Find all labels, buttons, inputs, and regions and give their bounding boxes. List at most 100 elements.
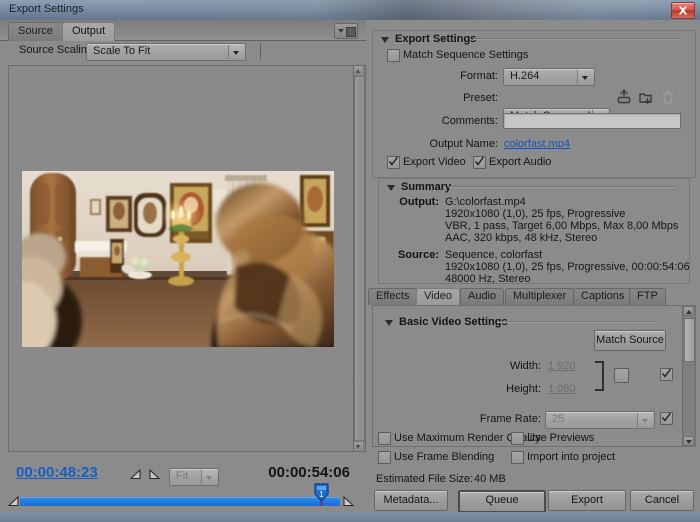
tab-effects[interactable]: Effects bbox=[368, 288, 418, 305]
timecode-bar: 00:00:48:23 Fit 00:00:54:06 bbox=[8, 460, 354, 488]
export-button[interactable]: Export bbox=[548, 490, 626, 511]
tab-output[interactable]: Output bbox=[62, 22, 116, 41]
mark-in-icon[interactable] bbox=[129, 468, 142, 483]
zoom-level-select[interactable]: Fit bbox=[169, 468, 219, 486]
text-cursor bbox=[260, 43, 261, 59]
summary-output-key: Output: bbox=[399, 196, 439, 208]
mark-out-icon[interactable] bbox=[148, 468, 161, 483]
current-timecode[interactable]: 00:00:48:23 bbox=[16, 464, 98, 481]
disclosure-triangle-icon[interactable] bbox=[387, 185, 395, 191]
import-into-project-checkbox[interactable] bbox=[511, 451, 524, 464]
summary-output-line-1: 1920x1080 (1,0), 25 fps, Progressive bbox=[445, 208, 626, 220]
panel-menu-icon[interactable] bbox=[334, 23, 358, 39]
comments-input[interactable] bbox=[503, 113, 681, 129]
disclosure-triangle-icon[interactable] bbox=[381, 37, 389, 43]
chevron-down-icon[interactable] bbox=[201, 470, 217, 484]
width-height-enable-checkbox[interactable] bbox=[660, 368, 673, 381]
output-name-link[interactable]: colorfast.mp4 bbox=[504, 138, 570, 150]
use-frame-blending-label: Use Frame Blending bbox=[394, 451, 495, 463]
preview-vertical-scrollbar[interactable] bbox=[353, 65, 366, 452]
metadata-button[interactable]: Metadata... bbox=[374, 490, 448, 511]
summary-source-line-1: 1920x1080 (1,0), 25 fps, Progressive, 00… bbox=[445, 261, 690, 273]
tab-audio[interactable]: Audio bbox=[460, 288, 505, 305]
chevron-down-icon[interactable] bbox=[577, 70, 593, 84]
duration-timecode: 00:00:54:06 bbox=[268, 464, 350, 481]
close-button[interactable] bbox=[671, 2, 695, 19]
summary-title: Summary bbox=[401, 181, 452, 193]
use-previews-label: Use Previews bbox=[527, 432, 595, 444]
source-scaling-row: Source Scaling: Scale To Fit bbox=[0, 40, 366, 62]
export-settings-group: Export Settings Match Sequence Settings … bbox=[372, 30, 696, 178]
settings-panel: Export Settings Match Sequence Settings … bbox=[366, 20, 700, 522]
playhead-marker[interactable]: 1 bbox=[314, 483, 329, 507]
scroll-down-icon[interactable] bbox=[683, 436, 694, 446]
scroll-down-icon[interactable] bbox=[354, 442, 363, 451]
group-divider bbox=[473, 38, 681, 40]
settings-vertical-scrollbar[interactable] bbox=[682, 306, 695, 446]
scroll-up-icon[interactable] bbox=[354, 66, 363, 75]
tab-multiplexer[interactable]: Multiplexer bbox=[505, 288, 575, 305]
queue-button[interactable]: Queue bbox=[458, 490, 546, 513]
match-sequence-settings-checkbox[interactable] bbox=[387, 49, 400, 62]
source-scaling-value: Scale To Fit bbox=[93, 45, 151, 57]
chevron-down-icon[interactable] bbox=[637, 413, 653, 427]
match-source-button[interactable]: Match Source bbox=[594, 330, 666, 351]
height-value[interactable]: 1 080 bbox=[548, 383, 576, 395]
export-settings-window: Export Settings Source Output Source Sca… bbox=[0, 0, 700, 522]
source-scaling-select[interactable]: Scale To Fit bbox=[86, 43, 246, 61]
width-value[interactable]: 1 920 bbox=[548, 360, 576, 372]
save-preset-icon[interactable] bbox=[616, 89, 632, 105]
preview-panel: Source Output Source Scaling: Scale To F… bbox=[0, 20, 367, 522]
zoom-level-value: Fit bbox=[176, 470, 189, 482]
tab-ftp[interactable]: FTP bbox=[629, 288, 666, 305]
video-preview-image bbox=[22, 171, 334, 347]
use-maximum-render-quality-checkbox[interactable] bbox=[378, 432, 391, 445]
export-video-checkbox[interactable] bbox=[387, 156, 400, 169]
import-preset-icon[interactable] bbox=[638, 89, 654, 105]
scrollbar-thumb[interactable] bbox=[684, 318, 695, 362]
source-scaling-label: Source Scaling: bbox=[19, 44, 97, 56]
scrollbar-thumb[interactable] bbox=[354, 76, 365, 441]
import-into-project-label: Import into project bbox=[527, 451, 616, 463]
frame-rate-select[interactable]: 25 bbox=[545, 411, 655, 429]
window-bottom-edge bbox=[0, 512, 700, 522]
summary-source-line-2: 48000 Hz, Stereo bbox=[445, 273, 531, 285]
use-frame-blending-checkbox[interactable] bbox=[378, 451, 391, 464]
svg-text:1: 1 bbox=[319, 490, 324, 499]
timeline-track[interactable] bbox=[20, 497, 340, 506]
height-label: Height: bbox=[506, 383, 541, 395]
estimated-file-size-value: 40 MB bbox=[474, 473, 506, 485]
format-label: Format: bbox=[460, 70, 498, 82]
summary-group: Summary Output: G:\colorfast.mp4 1920x10… bbox=[378, 178, 690, 285]
tab-captions[interactable]: Captions bbox=[573, 288, 633, 305]
work-area-out-handle[interactable] bbox=[342, 495, 355, 510]
tab-video[interactable]: Video bbox=[416, 288, 460, 305]
group-divider bbox=[449, 186, 675, 188]
match-sequence-settings-label: Match Sequence Settings bbox=[403, 49, 529, 61]
chevron-down-icon[interactable] bbox=[228, 45, 244, 59]
scroll-up-icon[interactable] bbox=[683, 306, 694, 316]
timeline-scrubber[interactable]: 1 bbox=[7, 483, 355, 510]
aspect-link-checkbox[interactable] bbox=[614, 368, 629, 383]
export-audio-checkbox[interactable] bbox=[473, 156, 486, 169]
close-x-icon bbox=[678, 6, 688, 15]
cancel-button[interactable]: Cancel bbox=[630, 490, 694, 511]
video-preview-stage[interactable] bbox=[8, 65, 354, 452]
frame-rate-enable-checkbox[interactable] bbox=[660, 412, 673, 425]
summary-output-line-3: AAC, 320 kbps, 48 kHz, Stereo bbox=[445, 232, 598, 244]
tab-source[interactable]: Source bbox=[8, 22, 63, 41]
disclosure-triangle-icon[interactable] bbox=[385, 320, 393, 326]
summary-source-line-0: Sequence, colorfast bbox=[445, 249, 543, 261]
use-previews-checkbox[interactable] bbox=[511, 432, 524, 445]
window-title-bar[interactable]: Export Settings bbox=[0, 0, 700, 21]
format-select[interactable]: H.264 bbox=[503, 68, 595, 86]
aspect-link-bracket-icon bbox=[595, 361, 604, 391]
basic-video-settings-title: Basic Video Settings bbox=[399, 316, 508, 328]
summary-output-line-2: VBR, 1 pass, Target 6,00 Mbps, Max 8,00 … bbox=[445, 220, 679, 232]
window-title: Export Settings bbox=[9, 3, 84, 15]
group-divider bbox=[497, 321, 657, 323]
comments-label: Comments: bbox=[441, 115, 498, 127]
width-label: Width: bbox=[509, 360, 541, 372]
export-settings-title: Export Settings bbox=[395, 33, 477, 45]
work-area-in-handle[interactable] bbox=[7, 495, 20, 510]
